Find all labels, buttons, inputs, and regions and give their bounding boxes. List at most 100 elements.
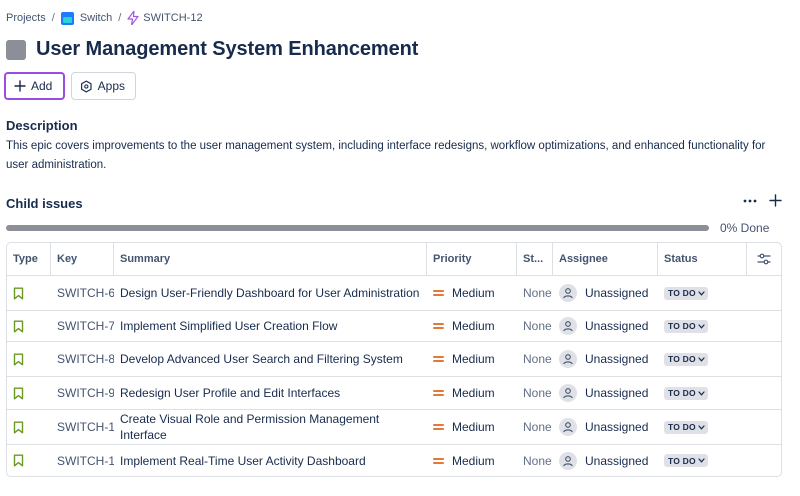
story-points-value[interactable]: None — [517, 410, 553, 444]
assignee-cell[interactable]: Unassigned — [553, 311, 658, 341]
assignee-cell[interactable]: Unassigned — [553, 377, 658, 409]
status-cell: TO DO — [658, 377, 747, 409]
assignee-cell[interactable]: Unassigned — [553, 410, 658, 444]
priority-cell[interactable]: Medium — [427, 276, 517, 310]
row-spacer — [747, 377, 781, 409]
assignee-cell[interactable]: Unassigned — [553, 342, 658, 376]
issue-summary[interactable]: Redesign User Profile and Edit Interface… — [114, 377, 427, 409]
table-row[interactable]: SWITCH-8 Develop Advanced User Search an… — [7, 341, 781, 376]
column-header-key[interactable]: Key — [51, 243, 114, 275]
breadcrumb-projects-link[interactable]: Projects — [6, 12, 46, 24]
priority-cell[interactable]: Medium — [427, 377, 517, 409]
title-row: User Management System Enhancement — [6, 38, 418, 61]
progress-label: 0% Done — [720, 221, 770, 235]
add-child-issue-icon[interactable] — [769, 194, 782, 207]
status-dropdown[interactable]: TO DO — [664, 319, 708, 333]
priority-medium-icon — [433, 390, 444, 396]
unassigned-avatar-icon — [559, 418, 577, 436]
story-bookmark-icon — [13, 353, 24, 365]
description-text[interactable]: This epic covers improvements to the use… — [6, 137, 776, 175]
status-dropdown[interactable]: TO DO — [664, 386, 708, 400]
story-points-value[interactable]: None — [517, 377, 553, 409]
status-dropdown[interactable]: TO DO — [664, 286, 708, 300]
apps-button[interactable]: Apps — [71, 72, 136, 100]
type-cell — [7, 276, 51, 310]
assignee-label: Unassigned — [585, 286, 649, 300]
priority-cell[interactable]: Medium — [427, 311, 517, 341]
column-config-button[interactable] — [747, 243, 781, 275]
column-header-summary[interactable]: Summary — [114, 243, 427, 275]
status-label: TO DO — [668, 354, 696, 364]
table-row[interactable]: SWITCH-7 Implement Simplified User Creat… — [7, 310, 781, 341]
issue-key-link[interactable]: SWITCH-7 — [51, 311, 114, 341]
issue-summary[interactable]: Implement Simplified User Creation Flow — [114, 311, 427, 341]
status-label: TO DO — [668, 422, 696, 432]
chevron-down-icon — [698, 390, 705, 396]
progress-bar — [6, 225, 709, 231]
priority-medium-icon — [433, 290, 444, 296]
issue-key-link[interactable]: SWITCH-9 — [51, 377, 114, 409]
status-dropdown[interactable]: TO DO — [664, 352, 708, 366]
apps-button-label: Apps — [97, 79, 125, 93]
table-row[interactable]: SWITCH-10 Create Visual Role and Permiss… — [7, 409, 781, 444]
status-label: TO DO — [668, 388, 696, 398]
table-row[interactable]: SWITCH-6 Design User-Friendly Dashboard … — [7, 275, 781, 310]
assignee-cell[interactable]: Unassigned — [553, 445, 658, 476]
column-header-assignee[interactable]: Assignee — [553, 243, 658, 275]
issue-summary[interactable]: Develop Advanced User Search and Filteri… — [114, 342, 427, 376]
table-row[interactable]: SWITCH-9 Redesign User Profile and Edit … — [7, 376, 781, 409]
status-label: TO DO — [668, 455, 696, 466]
description-heading: Description — [6, 118, 78, 133]
status-dropdown[interactable]: TO DO — [664, 454, 708, 467]
breadcrumb-separator: / — [51, 12, 55, 24]
priority-cell[interactable]: Medium — [427, 445, 517, 476]
priority-cell[interactable]: Medium — [427, 342, 517, 376]
type-cell — [7, 445, 51, 476]
story-points-value[interactable]: None — [517, 342, 553, 376]
page-title[interactable]: User Management System Enhancement — [36, 38, 418, 61]
issue-summary[interactable]: Design User-Friendly Dashboard for User … — [114, 276, 427, 310]
column-header-status[interactable]: Status — [658, 243, 747, 275]
priority-medium-icon — [433, 323, 444, 329]
status-dropdown[interactable]: TO DO — [664, 420, 708, 434]
sliders-icon — [757, 253, 771, 265]
story-bookmark-icon — [13, 387, 24, 399]
issue-summary[interactable]: Implement Real-Time User Activity Dashbo… — [114, 445, 427, 476]
breadcrumb-separator: / — [118, 12, 122, 24]
add-button[interactable]: Add — [4, 72, 65, 100]
row-spacer — [747, 445, 781, 476]
story-bookmark-icon — [13, 287, 24, 299]
table-header-row: Type Key Summary Priority St... Assignee… — [7, 243, 781, 275]
breadcrumb-issue-link[interactable]: SWITCH-12 — [143, 12, 202, 24]
status-label: TO DO — [668, 321, 696, 331]
assignee-label: Unassigned — [585, 352, 649, 366]
priority-cell[interactable]: Medium — [427, 410, 517, 444]
assignee-label: Unassigned — [585, 386, 649, 400]
chevron-down-icon — [698, 356, 705, 362]
issue-key-link[interactable]: SWITCH-10 — [51, 410, 114, 444]
type-cell — [7, 410, 51, 444]
epic-icon[interactable] — [6, 39, 26, 60]
story-points-value[interactable]: None — [517, 276, 553, 310]
story-points-value[interactable]: None — [517, 445, 553, 476]
column-header-story-points[interactable]: St... — [517, 243, 553, 275]
priority-label: Medium — [452, 352, 495, 366]
project-avatar-icon — [60, 11, 74, 25]
more-options-icon[interactable] — [743, 199, 757, 203]
column-header-priority[interactable]: Priority — [427, 243, 517, 275]
assignee-cell[interactable]: Unassigned — [553, 276, 658, 310]
row-spacer — [747, 276, 781, 310]
table-row[interactable]: SWITCH-11 Implement Real-Time User Activ… — [7, 444, 781, 476]
issue-key-link[interactable]: SWITCH-8 — [51, 342, 114, 376]
table-body: SWITCH-6 Design User-Friendly Dashboard … — [7, 275, 781, 476]
assignee-label: Unassigned — [585, 453, 649, 468]
priority-medium-icon — [433, 356, 444, 362]
issue-summary[interactable]: Create Visual Role and Permission Manage… — [114, 410, 427, 444]
breadcrumb-project-link[interactable]: Switch — [80, 12, 112, 24]
issue-key-link[interactable]: SWITCH-6 — [51, 276, 114, 310]
assignee-label: Unassigned — [585, 420, 649, 434]
story-points-value[interactable]: None — [517, 311, 553, 341]
issue-key-link[interactable]: SWITCH-11 — [51, 445, 114, 476]
priority-medium-icon — [433, 457, 444, 464]
column-header-type[interactable]: Type — [7, 243, 51, 275]
